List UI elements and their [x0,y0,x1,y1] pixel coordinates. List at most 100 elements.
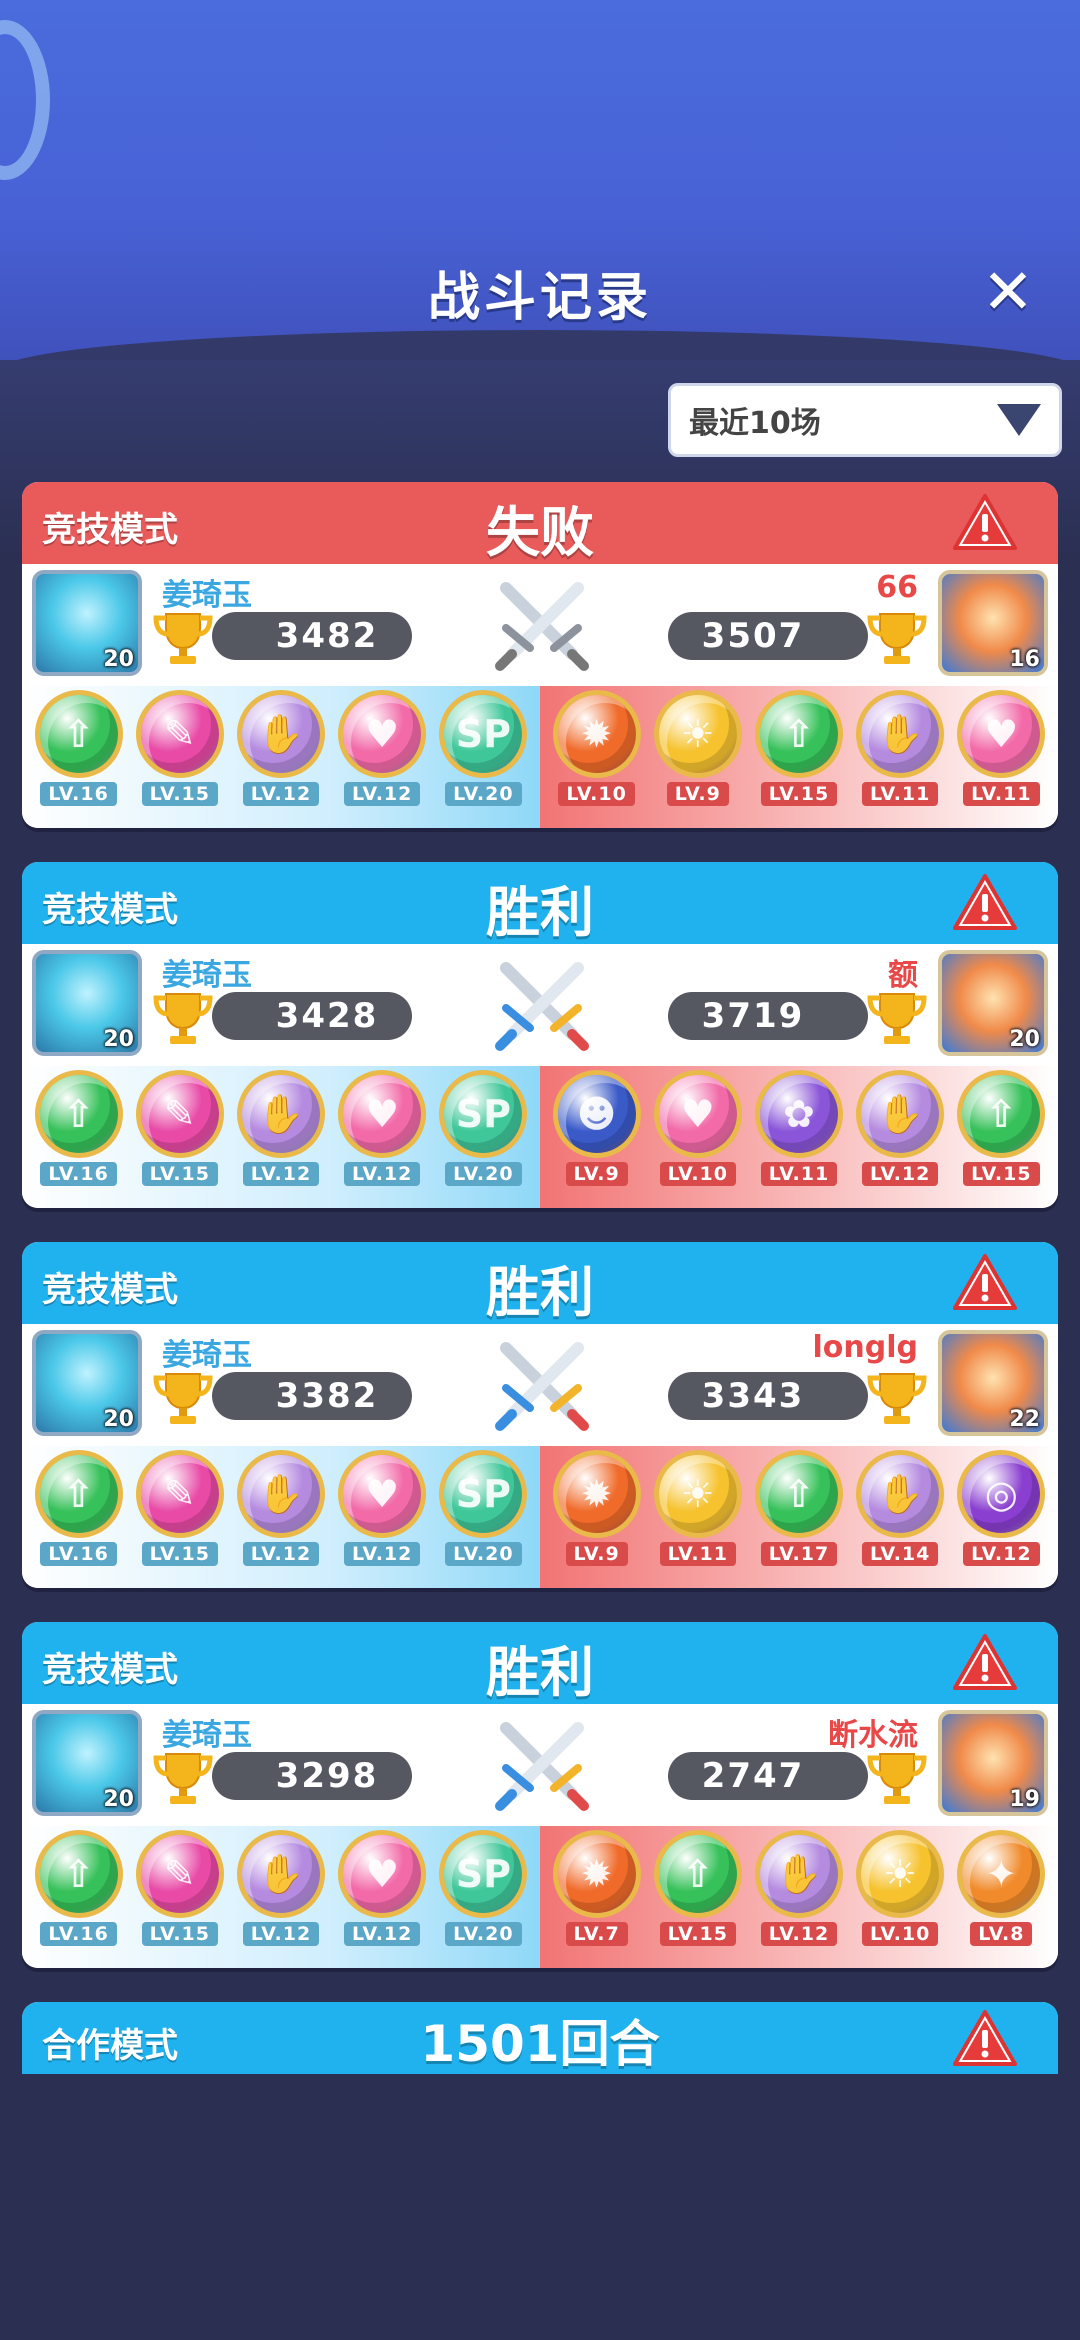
chevron-down-icon [997,404,1041,436]
mask-icon: ☻ [552,1070,641,1158]
report-warning-icon[interactable] [952,1252,1018,1312]
card-header: 竞技模式 失败 [22,482,1058,564]
hero-slot[interactable]: ✹ LV.7 [551,1830,643,1968]
report-warning-icon[interactable] [952,2008,1018,2068]
filter-selected-label: 最近10场 [689,406,821,441]
heart-icon: ♥ [338,1450,427,1538]
hero-slot[interactable]: ☀ LV.11 [652,1450,744,1588]
hero-slot[interactable]: SP LV.20 [437,1450,529,1588]
hero-slot[interactable]: ♥ LV.11 [955,690,1047,828]
close-icon[interactable]: ✕ [978,261,1038,323]
player-avatar[interactable]: 20 [32,950,142,1056]
heart-icon: ♥ [338,1830,427,1918]
hands-icon: ✋ [856,1070,945,1158]
heroes-row: ⇧ LV.16 ✎ LV.15 ✋ LV.12 ♥ LV.12 SP LV.20… [22,1446,1058,1588]
hero-slot[interactable]: ☀ LV.9 [652,690,744,828]
hero-slot[interactable]: ✹ LV.10 [551,690,643,828]
match-card-coop[interactable]: 合作模式 1501回合 [22,2002,1058,2074]
hero-slot[interactable]: ✎ LV.15 [134,1830,226,1968]
opponent-score: 3507 [668,612,868,660]
hero-slot[interactable]: ✋ LV.14 [854,1450,946,1588]
hero-slot[interactable]: ◎ LV.12 [955,1450,1047,1588]
hero-slot[interactable]: ✋ LV.12 [235,690,327,828]
hero-slot[interactable]: ✎ LV.15 [134,1450,226,1588]
hero-level: LV.12 [343,1922,421,1946]
match-card[interactable]: 竞技模式 失败 20 姜琦玉 3482 66 3507 16 ⇧ LV.16 ✎… [22,482,1058,828]
crossed-swords-icon [495,1722,589,1811]
hero-slot[interactable]: ♥ LV.12 [336,690,428,828]
hero-slot[interactable]: ✋ LV.12 [235,1830,327,1968]
hero-level: LV.15 [141,1922,218,1946]
sp-icon: SP [439,1070,528,1158]
report-warning-icon[interactable] [952,492,1018,552]
hero-slot[interactable]: ♥ LV.12 [336,1450,428,1588]
player-score: 3428 [212,992,412,1040]
hero-slot[interactable]: ✋ LV.12 [854,1070,946,1208]
hero-level: LV.15 [141,1162,218,1186]
opponent-name: 66 [876,570,918,605]
trophy-icon [867,1753,927,1804]
hero-slot[interactable]: ✎ LV.15 [134,1070,226,1208]
sp-icon: SP [439,1830,528,1918]
player-heroes: ⇧ LV.16 ✎ LV.15 ✋ LV.12 ♥ LV.12 SP LV.20 [22,1446,540,1588]
hero-level: LV.20 [445,1542,522,1566]
player-level: 20 [103,1787,134,1812]
player-avatar[interactable]: 20 [32,1710,142,1816]
report-warning-icon[interactable] [952,872,1018,932]
match-card[interactable]: 竞技模式 胜利 20 姜琦玉 3298 断水流 2747 19 ⇧ LV.16 … [22,1622,1058,1968]
hero-slot[interactable]: ✋ LV.12 [235,1070,327,1208]
hero-slot[interactable]: ☻ LV.9 [551,1070,643,1208]
hands-icon: ✋ [236,690,325,778]
hero-slot[interactable]: ✹ LV.9 [551,1450,643,1588]
hero-slot[interactable]: ✋ LV.12 [235,1450,327,1588]
hero-level: LV.9 [565,1162,628,1186]
hero-slot[interactable]: ⇧ LV.16 [33,1070,125,1208]
hero-slot[interactable]: ⇧ LV.15 [753,690,845,828]
hands-icon: ✋ [236,1070,325,1158]
opponent-avatar[interactable]: 16 [938,570,1048,676]
player-heroes: ⇧ LV.16 ✎ LV.15 ✋ LV.12 ♥ LV.12 SP LV.20 [22,1066,540,1208]
hero-slot[interactable]: ♥ LV.12 [336,1830,428,1968]
green-arrow-icon: ⇧ [957,1070,1046,1158]
hero-slot[interactable]: ✋ LV.11 [854,690,946,828]
match-card[interactable]: 竞技模式 胜利 20 姜琦玉 3428 额 3719 20 ⇧ LV.16 ✎ … [22,862,1058,1208]
hero-slot[interactable]: ⇧ LV.16 [33,1830,125,1968]
hero-slot[interactable]: ✿ LV.11 [753,1070,845,1208]
player-avatar[interactable]: 20 [32,570,142,676]
opponent-avatar[interactable]: 22 [938,1330,1048,1436]
hero-level: LV.14 [861,1542,939,1566]
opponent-avatar[interactable]: 19 [938,1710,1048,1816]
hero-slot[interactable]: ⇧ LV.17 [753,1450,845,1588]
hero-slot[interactable]: ⇧ LV.16 [33,1450,125,1588]
hero-slot[interactable]: ⇧ LV.15 [955,1070,1047,1208]
trophy-icon [153,1753,213,1804]
sp-icon: SP [439,1450,528,1538]
trophy-icon [153,1373,213,1424]
opponent-avatar[interactable]: 20 [938,950,1048,1056]
match-result-label: 1501回合 [420,2015,660,2073]
report-warning-icon[interactable] [952,1632,1018,1692]
card-header: 竞技模式 胜利 [22,862,1058,944]
hero-slot[interactable]: ⇧ LV.15 [652,1830,744,1968]
match-card[interactable]: 竞技模式 胜利 20 姜琦玉 3382 longlg 3343 22 ⇧ LV.… [22,1242,1058,1588]
hero-slot[interactable]: ♥ LV.10 [652,1070,744,1208]
hero-slot[interactable]: ✦ LV.8 [955,1830,1047,1968]
hero-slot[interactable]: SP LV.20 [437,1830,529,1968]
sp-icon: SP [439,690,528,778]
hero-slot[interactable]: SP LV.20 [437,690,529,828]
hero-slot[interactable]: ✎ LV.15 [134,690,226,828]
hero-slot[interactable]: SP LV.20 [437,1070,529,1208]
green-arrow-icon: ⇧ [754,1450,843,1538]
match-filter-dropdown[interactable]: 最近10场 [668,383,1062,457]
hero-slot[interactable]: ☀ LV.10 [854,1830,946,1968]
hero-level: LV.15 [659,1922,736,1946]
hero-slot[interactable]: ♥ LV.12 [336,1070,428,1208]
green-arrow-icon: ⇧ [754,690,843,778]
hero-slot[interactable]: ✋ LV.12 [753,1830,845,1968]
hero-level: LV.9 [565,1542,628,1566]
player-avatar[interactable]: 20 [32,1330,142,1436]
hero-slot[interactable]: ⇧ LV.16 [33,690,125,828]
trophy-icon [867,993,927,1044]
hero-level: LV.15 [141,782,218,806]
players-row: 20 姜琦玉 3428 额 3719 20 [22,944,1058,1066]
